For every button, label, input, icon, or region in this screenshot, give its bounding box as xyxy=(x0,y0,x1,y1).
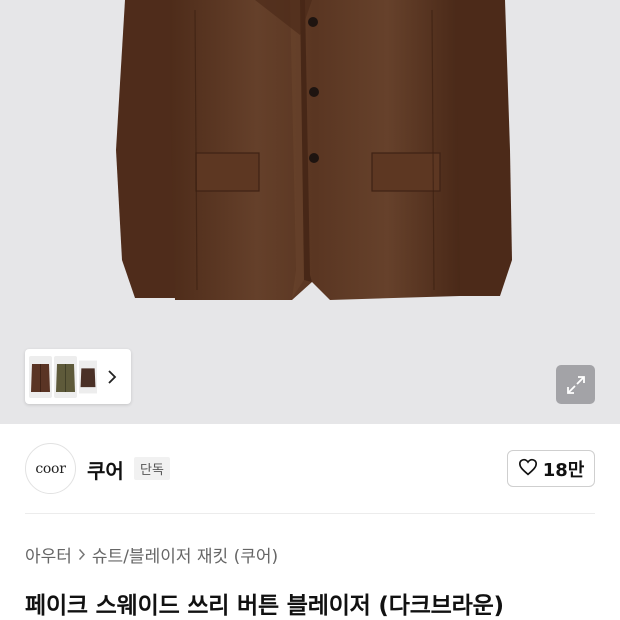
like-count: 18만 xyxy=(542,459,585,481)
thumbnail-olive-jacket[interactable] xyxy=(54,355,77,398)
breadcrumb-subcategory[interactable]: 슈트/블레이저 재킷 (쿠어) xyxy=(92,542,278,567)
brand-row: coor 쿠어 단독 18만 xyxy=(25,443,595,494)
thumbnail-brown-jacket[interactable] xyxy=(29,355,52,398)
product-title: 페이크 스웨이드 쓰리 버튼 블레이저 (다크브라운) xyxy=(25,593,504,619)
product-hero-image[interactable] xyxy=(0,0,620,424)
chevron-right-icon[interactable] xyxy=(105,367,119,387)
like-button[interactable]: 18만 xyxy=(507,450,595,487)
breadcrumb: 아우터 슈트/블레이저 재킷 (쿠어) xyxy=(25,542,278,567)
thumbnail-strip[interactable] xyxy=(25,349,131,404)
brand-name[interactable]: 쿠어 xyxy=(87,455,124,484)
exclusive-badge: 단독 xyxy=(134,457,170,480)
brand-logo[interactable]: coor xyxy=(25,443,76,494)
brand-logo-text: coor xyxy=(35,460,66,477)
thumbnail-dark-jacket[interactable] xyxy=(79,356,97,398)
chevron-right-icon xyxy=(78,548,86,561)
heart-outline-icon xyxy=(518,458,538,480)
divider xyxy=(25,513,595,514)
expand-icon[interactable] xyxy=(556,365,595,404)
breadcrumb-category[interactable]: 아우터 xyxy=(25,542,72,567)
